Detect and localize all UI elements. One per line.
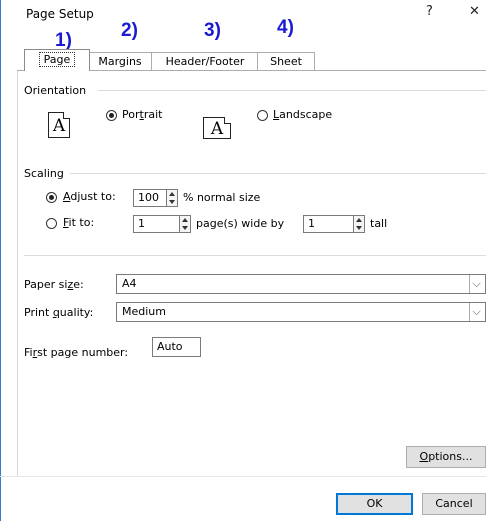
tab-margins[interactable]: Margins — [87, 52, 153, 71]
chevron-down-icon: ⌵ — [469, 303, 483, 321]
annotation-4: 4) — [277, 17, 294, 38]
options-button[interactable]: Options... — [406, 446, 486, 468]
landscape-radio[interactable] — [257, 110, 268, 121]
fit-wide-suffix: page(s) wide by — [196, 217, 285, 230]
landscape-label[interactable]: Landscape — [273, 108, 332, 121]
first-page-input[interactable]: Auto — [152, 337, 201, 357]
tab-header-footer[interactable]: Header/Footer — [151, 52, 259, 71]
scaling-separator — [70, 173, 486, 174]
paper-size-select[interactable]: A4 ⌵ — [116, 274, 486, 294]
adjust-to-radio[interactable] — [46, 192, 57, 203]
scaling-label: Scaling — [24, 167, 64, 180]
help-button[interactable]: ? — [426, 4, 433, 19]
footer-separator — [0, 476, 486, 477]
fit-wide-input[interactable]: 1 — [133, 215, 180, 233]
cancel-button[interactable]: Cancel — [422, 493, 486, 515]
fit-to-radio[interactable] — [46, 218, 57, 229]
adjust-to-input[interactable]: 100 — [133, 189, 167, 207]
adjust-to-label[interactable]: Adjust to: — [63, 190, 116, 203]
fit-to-label[interactable]: Fit to: — [63, 216, 94, 229]
fit-tall-suffix: tall — [370, 217, 388, 230]
annotation-2: 2) — [121, 20, 138, 41]
ok-button[interactable]: OK — [336, 493, 413, 515]
landscape-page-icon: A — [203, 117, 231, 139]
tab-sheet[interactable]: Sheet — [257, 52, 315, 71]
print-quality-select[interactable]: Medium ⌵ — [116, 302, 486, 322]
paper-size-label: Paper size: — [24, 278, 84, 291]
orientation-label: Orientation — [24, 84, 87, 97]
dialog-title: Page Setup — [26, 7, 94, 21]
window-edge — [0, 0, 1, 521]
first-page-label: First page number: — [24, 346, 129, 359]
adjust-to-spinner[interactable] — [166, 189, 178, 207]
portrait-page-icon: A — [48, 112, 70, 138]
orientation-separator — [98, 90, 486, 91]
section-separator — [24, 255, 486, 256]
chevron-down-icon: ⌵ — [469, 275, 483, 293]
portrait-radio[interactable] — [106, 110, 117, 121]
adjust-to-suffix: % normal size — [183, 191, 261, 204]
annotation-3: 3) — [204, 20, 221, 41]
fit-wide-spinner[interactable] — [179, 215, 191, 233]
tab-page[interactable]: Page — [24, 49, 90, 71]
fit-tall-input[interactable]: 1 — [303, 215, 354, 233]
portrait-label[interactable]: Portrait — [122, 108, 162, 121]
close-button[interactable]: ✕ — [469, 4, 480, 19]
fit-tall-spinner[interactable] — [353, 215, 365, 233]
page-setup-dialog: Page Setup ? ✕ 1) 2) 3) 4) Page Margins … — [0, 0, 486, 521]
print-quality-label: Print quality: — [24, 306, 94, 319]
